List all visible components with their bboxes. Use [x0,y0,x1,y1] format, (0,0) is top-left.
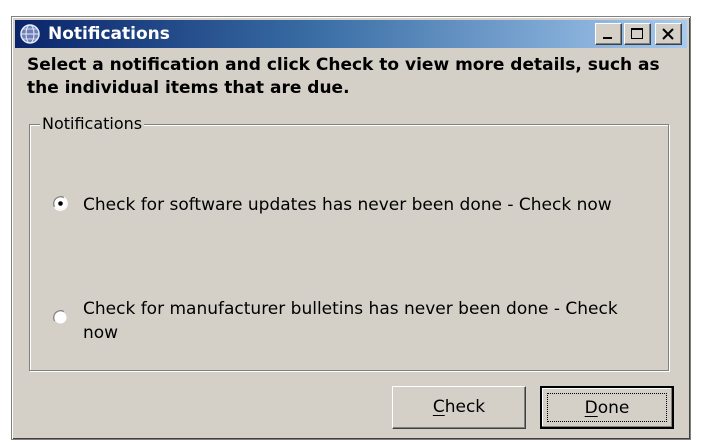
maximize-button[interactable] [624,23,651,45]
instruction-text: Select a notification and click Check to… [27,55,660,98]
radio-selected-icon[interactable] [52,195,69,212]
notification-option-label: Check for software updates has never bee… [83,195,612,215]
close-icon [662,28,674,40]
groupbox-legend: Notifications [40,114,145,133]
minimize-button[interactable] [595,23,622,45]
check-button-label: heck [444,397,486,417]
check-button[interactable]: Check [392,386,526,429]
notifications-dialog: Notifications Select a notification and … [11,16,691,440]
minimize-icon [603,37,612,39]
radio-unselected-icon[interactable] [52,309,69,326]
notification-globe-icon [20,24,40,44]
check-button-mnemonic: C [432,397,445,417]
close-button[interactable] [655,23,682,45]
window-title: Notifications [48,24,170,44]
done-button[interactable]: Done [540,386,674,429]
notifications-groupbox: Notifications Check for software updates… [29,115,669,371]
focus-rectangle [547,393,667,422]
maximize-icon [631,28,643,39]
title-bar[interactable]: Notifications [15,20,687,48]
notification-option-label: Check for manufacturer bulletins has nev… [83,299,618,343]
